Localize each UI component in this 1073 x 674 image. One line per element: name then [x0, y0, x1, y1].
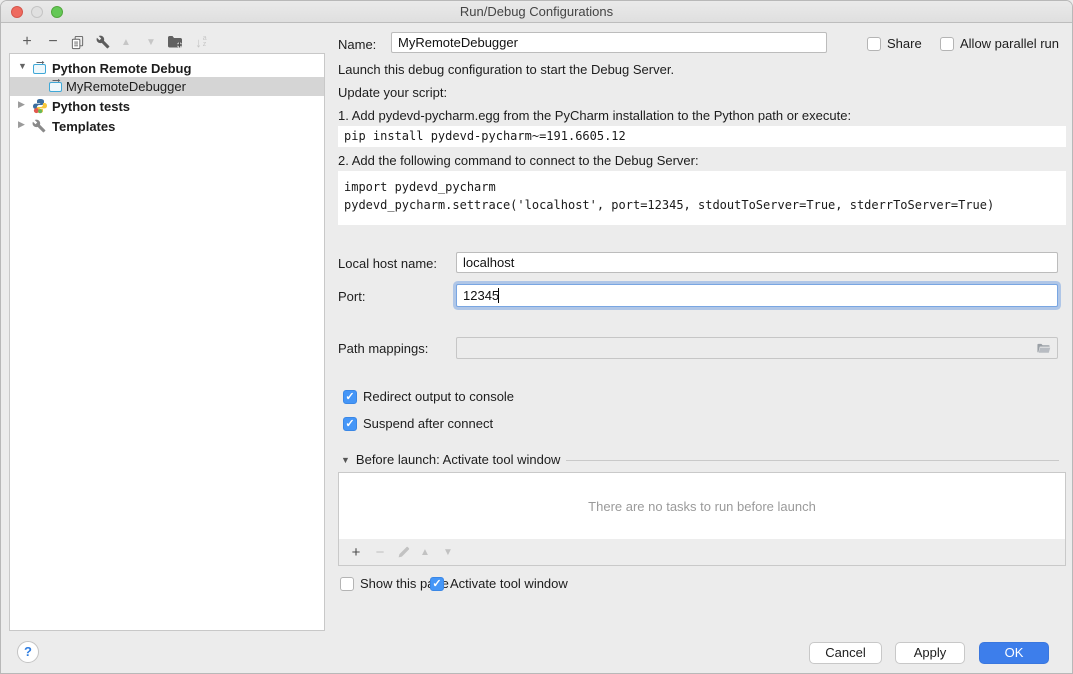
- local-host-name-input[interactable]: [456, 252, 1058, 273]
- copy-icon: [70, 35, 85, 50]
- new-folder-button[interactable]: [163, 31, 187, 53]
- name-input[interactable]: [391, 32, 827, 53]
- intro-text: Launch this debug configuration to start…: [338, 62, 674, 77]
- share-checkbox[interactable]: Share: [867, 36, 922, 51]
- checkbox-icon[interactable]: [343, 390, 357, 404]
- redirect-output-checkbox[interactable]: Redirect output to console: [343, 389, 514, 404]
- new-folder-icon: [167, 34, 183, 50]
- plus-icon: +: [22, 34, 31, 50]
- suspend-after-connect-label[interactable]: Suspend after connect: [363, 416, 493, 431]
- suspend-after-connect-checkbox[interactable]: Suspend after connect: [343, 416, 493, 431]
- move-down-button: ▼: [139, 31, 163, 53]
- port-label: Port:: [338, 289, 365, 304]
- activate-tool-window-checkbox[interactable]: Activate tool window: [430, 576, 568, 591]
- checkbox-icon[interactable]: [343, 417, 357, 431]
- tree-item-label: Python tests: [52, 99, 130, 114]
- remote-debug-icon: [32, 60, 48, 76]
- folder-icon[interactable]: [1036, 341, 1052, 356]
- port-input[interactable]: [456, 284, 1058, 307]
- edit-templates-button[interactable]: [91, 31, 115, 53]
- before-launch-add-button[interactable]: +: [345, 542, 367, 562]
- divider: [566, 460, 1059, 461]
- tree-item-templates[interactable]: ▶ Templates: [10, 117, 324, 136]
- before-launch-edit-button: [392, 542, 414, 562]
- wrench-icon: [96, 35, 110, 49]
- tree-item-label: MyRemoteDebugger: [66, 79, 186, 94]
- checkbox-icon[interactable]: [340, 577, 354, 591]
- step2-text: 2. Add the following command to connect …: [338, 153, 699, 168]
- code-line-import: import pydevd_pycharm: [344, 180, 496, 194]
- checkbox-icon[interactable]: [940, 37, 954, 51]
- minus-icon: −: [376, 544, 385, 561]
- titlebar: Run/Debug Configurations: [1, 1, 1072, 23]
- before-launch-task-list[interactable]: There are no tasks to run before launch: [338, 472, 1066, 540]
- sort-az-icon: ↓az: [195, 35, 206, 50]
- allow-parallel-run-label[interactable]: Allow parallel run: [960, 36, 1059, 51]
- before-launch-move-up-button: ▲: [414, 542, 436, 562]
- triangle-up-icon: ▲: [420, 547, 430, 558]
- before-launch-header[interactable]: ▼ Before launch: Activate tool window: [341, 452, 1059, 467]
- configurations-tree[interactable]: ▼ Python Remote Debug MyRemoteDebugger ▶…: [9, 53, 325, 631]
- path-mappings-label: Path mappings:: [338, 341, 428, 356]
- tree-item-label: Templates: [52, 119, 115, 134]
- tree-item-python-remote-debug[interactable]: ▼ Python Remote Debug: [10, 59, 324, 78]
- remote-debug-icon: [48, 78, 64, 94]
- pip-install-code: pip install pydevd-pycharm~=191.6605.12: [338, 126, 1066, 147]
- before-launch-empty-text: There are no tasks to run before launch: [339, 473, 1065, 539]
- cancel-button[interactable]: Cancel: [809, 642, 882, 664]
- update-script-text: Update your script:: [338, 85, 447, 100]
- checkbox-icon[interactable]: [430, 577, 444, 591]
- tree-item-myremotedebugger[interactable]: MyRemoteDebugger: [10, 77, 324, 96]
- tree-item-python-tests[interactable]: ▶ Python tests: [10, 97, 324, 116]
- wrench-icon: [32, 119, 48, 135]
- triangle-down-icon: ▼: [146, 37, 156, 48]
- redirect-output-label[interactable]: Redirect output to console: [363, 389, 514, 404]
- share-checkbox-label[interactable]: Share: [887, 36, 922, 51]
- apply-button[interactable]: Apply: [895, 642, 965, 664]
- tree-item-label: Python Remote Debug: [52, 61, 191, 76]
- chevron-collapsed-icon[interactable]: ▶: [18, 119, 25, 130]
- pencil-icon: [397, 546, 410, 559]
- help-button[interactable]: ?: [17, 641, 39, 663]
- triangle-down-icon: ▼: [443, 547, 453, 558]
- remove-configuration-button[interactable]: −: [41, 31, 65, 53]
- activate-tool-window-label[interactable]: Activate tool window: [450, 576, 568, 591]
- checkbox-icon[interactable]: [867, 37, 881, 51]
- settrace-code-block: import pydevd_pycharm pydevd_pycharm.set…: [338, 171, 1066, 225]
- add-configuration-button[interactable]: +: [15, 31, 39, 53]
- before-launch-title: Before launch: Activate tool window: [356, 452, 561, 467]
- before-launch-move-down-button: ▼: [437, 542, 459, 562]
- allow-parallel-run-checkbox[interactable]: Allow parallel run: [940, 36, 1059, 51]
- run-debug-configurations-dialog: Run/Debug Configurations + − ▲ ▼ ↓az ▼ P…: [0, 0, 1073, 674]
- name-label: Name:: [338, 37, 376, 52]
- before-launch-toolbar: + − ▲ ▼: [338, 539, 1066, 566]
- sort-alphabetically-button: ↓az: [189, 31, 213, 53]
- minus-icon: −: [48, 34, 57, 50]
- before-launch-remove-button: −: [369, 542, 391, 562]
- code-line-settrace: pydevd_pycharm.settrace('localhost', por…: [344, 198, 994, 212]
- step1-text: 1. Add pydevd-pycharm.egg from the PyCha…: [338, 108, 851, 123]
- chevron-expanded-icon[interactable]: ▼: [341, 455, 350, 465]
- path-mappings-field[interactable]: [456, 337, 1058, 359]
- text-caret: [498, 288, 499, 303]
- python-tests-icon: [32, 98, 48, 114]
- copy-configuration-button[interactable]: [65, 31, 89, 53]
- move-up-button: ▲: [114, 31, 138, 53]
- local-host-name-label: Local host name:: [338, 256, 437, 271]
- port-input-wrapper: [456, 284, 1058, 307]
- plus-icon: +: [352, 544, 361, 561]
- ok-button[interactable]: OK: [979, 642, 1049, 664]
- window-title: Run/Debug Configurations: [1, 4, 1072, 19]
- triangle-up-icon: ▲: [121, 37, 131, 48]
- chevron-expanded-icon[interactable]: ▼: [18, 61, 27, 71]
- chevron-collapsed-icon[interactable]: ▶: [18, 99, 25, 110]
